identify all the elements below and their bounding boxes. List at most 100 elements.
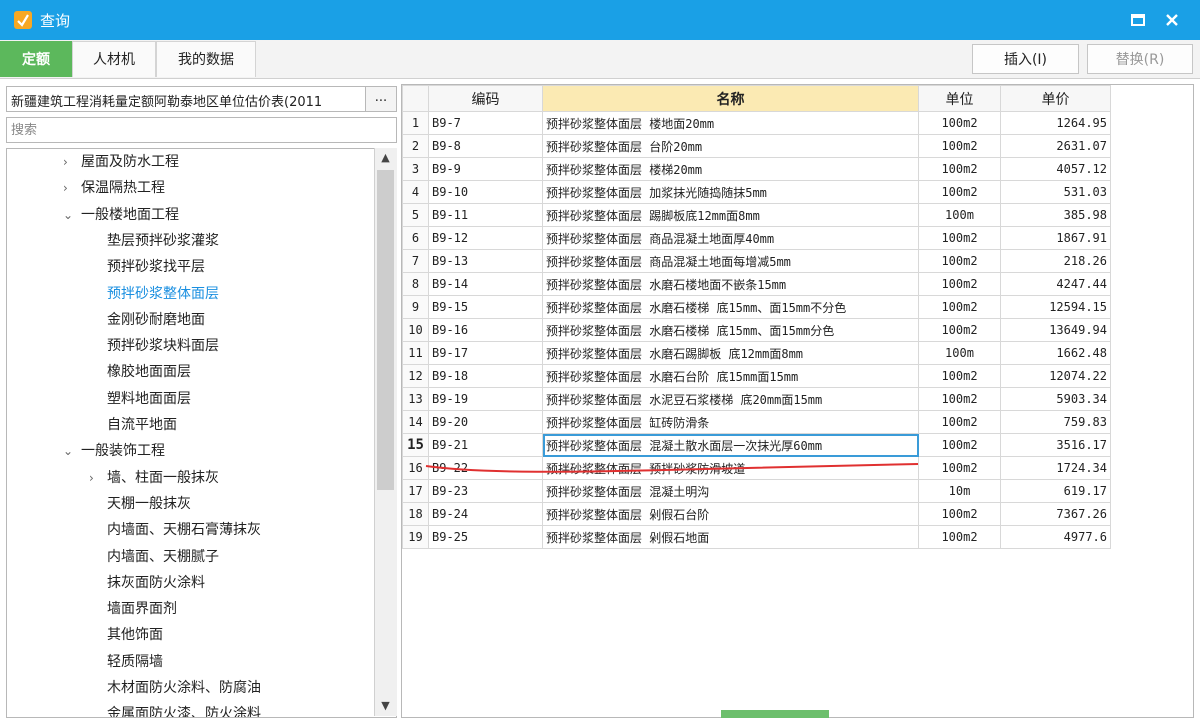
name-cell[interactable]: 预拌砂浆整体面层 水磨石楼梯 底15mm、面15mm不分色 bbox=[542, 295, 919, 319]
tab-my-data[interactable]: 我的数据 bbox=[156, 41, 256, 77]
chevron-down-icon[interactable]: ⌄ bbox=[63, 202, 81, 228]
code-cell[interactable]: B9-12 bbox=[428, 226, 543, 250]
tree-item[interactable]: 金属面防火漆、防火涂料 bbox=[89, 701, 261, 717]
tree-item[interactable]: 天棚一般抹灰 bbox=[89, 491, 191, 517]
code-cell[interactable]: B9-23 bbox=[428, 479, 543, 503]
price-cell[interactable]: 2631.07 bbox=[1000, 134, 1111, 158]
price-cell[interactable]: 4977.6 bbox=[1000, 525, 1111, 549]
unit-cell[interactable]: 100m bbox=[918, 341, 1001, 365]
code-cell[interactable]: B9-25 bbox=[428, 525, 543, 549]
unit-cell[interactable]: 100m bbox=[918, 203, 1001, 227]
unit-cell[interactable]: 100m2 bbox=[918, 318, 1001, 342]
chevron-down-icon[interactable]: ⌄ bbox=[63, 438, 81, 464]
name-cell[interactable]: 预拌砂浆整体面层 加浆抹光随捣随抹5mm bbox=[542, 180, 919, 204]
row-number[interactable]: 15 bbox=[402, 433, 429, 457]
name-cell[interactable]: 预拌砂浆整体面层 剁假石台阶 bbox=[542, 502, 919, 526]
code-cell[interactable]: B9-16 bbox=[428, 318, 543, 342]
row-number[interactable]: 14 bbox=[402, 410, 429, 434]
unit-cell[interactable]: 100m2 bbox=[918, 249, 1001, 273]
row-number[interactable]: 9 bbox=[402, 295, 429, 319]
row-number[interactable]: 13 bbox=[402, 387, 429, 411]
name-cell[interactable]: 预拌砂浆整体面层 台阶20mm bbox=[542, 134, 919, 158]
code-cell[interactable]: B9-24 bbox=[428, 502, 543, 526]
price-cell[interactable]: 1724.34 bbox=[1000, 456, 1111, 480]
unit-cell[interactable]: 100m2 bbox=[918, 180, 1001, 204]
code-cell[interactable]: B9-13 bbox=[428, 249, 543, 273]
tree-item[interactable]: ⌄ 一般楼地面工程 bbox=[63, 202, 179, 228]
price-cell[interactable]: 385.98 bbox=[1000, 203, 1111, 227]
row-number[interactable]: 3 bbox=[402, 157, 429, 181]
library-selector[interactable]: 新疆建筑工程消耗量定额阿勒泰地区单位估价表(2011 ... bbox=[6, 86, 397, 112]
name-cell[interactable]: 预拌砂浆整体面层 水磨石台阶 底15mm面15mm bbox=[542, 364, 919, 388]
column-header-unit[interactable]: 单位 bbox=[918, 85, 1001, 112]
tree-item[interactable]: 内墙面、天棚石膏薄抹灰 bbox=[89, 517, 261, 543]
tab-labor-material-machine[interactable]: 人材机 bbox=[72, 41, 156, 77]
unit-cell[interactable]: 100m2 bbox=[918, 295, 1001, 319]
tree-item[interactable]: › 保温隔热工程 bbox=[63, 175, 165, 201]
code-cell[interactable]: B9-19 bbox=[428, 387, 543, 411]
tree-item[interactable]: 金刚砂耐磨地面 bbox=[89, 307, 205, 333]
chevron-right-icon[interactable]: › bbox=[63, 175, 81, 201]
column-header-price[interactable]: 单价 bbox=[1000, 85, 1111, 112]
price-cell[interactable]: 218.26 bbox=[1000, 249, 1111, 273]
table-row[interactable]: 18 B9-24 预拌砂浆整体面层 剁假石台阶 100m2 7367.26 bbox=[402, 502, 1111, 526]
tree-item[interactable]: › 墙、柱面一般抹灰 bbox=[89, 465, 219, 491]
name-cell[interactable]: 预拌砂浆整体面层 水磨石踢脚板 底12mm面8mm bbox=[542, 341, 919, 365]
table-row[interactable]: 10 B9-16 预拌砂浆整体面层 水磨石楼梯 底15mm、面15mm分色 100m2… bbox=[402, 318, 1111, 342]
tree-item[interactable]: 轻质隔墙 bbox=[89, 649, 163, 675]
table-row[interactable]: 13 B9-19 预拌砂浆整体面层 水泥豆石浆楼梯 底20mm面15mm 100m2 5… bbox=[402, 387, 1111, 411]
name-cell[interactable]: 预拌砂浆整体面层 水泥豆石浆楼梯 底20mm面15mm bbox=[542, 387, 919, 411]
table-row[interactable]: 8 B9-14 预拌砂浆整体面层 水磨石楼地面不嵌条15mm 100m2 4247.44 bbox=[402, 272, 1111, 296]
name-cell[interactable]: 预拌砂浆整体面层 踢脚板底12mm面8mm bbox=[542, 203, 919, 227]
library-more-button[interactable]: ... bbox=[365, 87, 396, 111]
unit-cell[interactable]: 100m2 bbox=[918, 111, 1001, 135]
row-number[interactable]: 12 bbox=[402, 364, 429, 388]
row-number[interactable]: 18 bbox=[402, 502, 429, 526]
name-cell[interactable]: 预拌砂浆整体面层 混凝土散水面层一次抹光厚60mm bbox=[542, 433, 919, 457]
code-cell[interactable]: B9-8 bbox=[428, 134, 543, 158]
tree-item[interactable]: 其他饰面 bbox=[89, 622, 163, 648]
row-number[interactable]: 8 bbox=[402, 272, 429, 296]
name-cell[interactable]: 预拌砂浆整体面层 水磨石楼地面不嵌条15mm bbox=[542, 272, 919, 296]
price-cell[interactable]: 12594.15 bbox=[1000, 295, 1111, 319]
table-row[interactable]: 7 B9-13 预拌砂浆整体面层 商品混凝土地面每增减5mm 100m2 218.26 bbox=[402, 249, 1111, 273]
tree-item[interactable]: › 屋面及防水工程 bbox=[63, 149, 179, 175]
chevron-right-icon[interactable]: › bbox=[89, 465, 107, 491]
unit-cell[interactable]: 100m2 bbox=[918, 456, 1001, 480]
row-number[interactable]: 1 bbox=[402, 111, 429, 135]
code-cell[interactable]: B9-9 bbox=[428, 157, 543, 181]
price-cell[interactable]: 7367.26 bbox=[1000, 502, 1111, 526]
unit-cell[interactable]: 10m bbox=[918, 479, 1001, 503]
price-cell[interactable]: 4247.44 bbox=[1000, 272, 1111, 296]
name-cell[interactable]: 预拌砂浆整体面层 楼梯20mm bbox=[542, 157, 919, 181]
unit-cell[interactable]: 100m2 bbox=[918, 157, 1001, 181]
tree-item[interactable]: 抹灰面防火涂料 bbox=[89, 570, 205, 596]
price-cell[interactable]: 1662.48 bbox=[1000, 341, 1111, 365]
unit-cell[interactable]: 100m2 bbox=[918, 226, 1001, 250]
search-input[interactable] bbox=[6, 117, 397, 143]
row-number[interactable]: 6 bbox=[402, 226, 429, 250]
name-cell[interactable]: 预拌砂浆整体面层 剁假石地面 bbox=[542, 525, 919, 549]
name-cell[interactable]: 预拌砂浆整体面层 商品混凝土地面厚40mm bbox=[542, 226, 919, 250]
row-number[interactable]: 17 bbox=[402, 479, 429, 503]
unit-cell[interactable]: 100m2 bbox=[918, 134, 1001, 158]
code-cell[interactable]: B9-11 bbox=[428, 203, 543, 227]
table-row[interactable]: 15 B9-21 预拌砂浆整体面层 混凝土散水面层一次抹光厚60mm 100m2 351… bbox=[402, 433, 1111, 457]
tree-item[interactable]: 预拌砂浆块料面层 bbox=[89, 333, 219, 359]
tree-scrollbar[interactable]: ▲ ▼ bbox=[374, 148, 397, 716]
price-cell[interactable]: 4057.12 bbox=[1000, 157, 1111, 181]
table-row[interactable]: 5 B9-11 预拌砂浆整体面层 踢脚板底12mm面8mm 100m 385.98 bbox=[402, 203, 1111, 227]
unit-cell[interactable]: 100m2 bbox=[918, 410, 1001, 434]
table-row[interactable]: 1 B9-7 预拌砂浆整体面层 楼地面20mm 100m2 1264.95 bbox=[402, 111, 1111, 135]
code-cell[interactable]: B9-15 bbox=[428, 295, 543, 319]
row-number[interactable]: 10 bbox=[402, 318, 429, 342]
table-row[interactable]: 12 B9-18 预拌砂浆整体面层 水磨石台阶 底15mm面15mm 100m2 120… bbox=[402, 364, 1111, 388]
column-header-code[interactable]: 编码 bbox=[428, 85, 543, 112]
replace-button[interactable]: 替换(R) bbox=[1087, 44, 1193, 74]
price-cell[interactable]: 531.03 bbox=[1000, 180, 1111, 204]
table-row[interactable]: 9 B9-15 预拌砂浆整体面层 水磨石楼梯 底15mm、面15mm不分色 100m2… bbox=[402, 295, 1111, 319]
table-row[interactable]: 11 B9-17 预拌砂浆整体面层 水磨石踢脚板 底12mm面8mm 100m 1662… bbox=[402, 341, 1111, 365]
unit-cell[interactable]: 100m2 bbox=[918, 502, 1001, 526]
unit-cell[interactable]: 100m2 bbox=[918, 387, 1001, 411]
column-header-name[interactable]: 名称 bbox=[542, 85, 919, 112]
